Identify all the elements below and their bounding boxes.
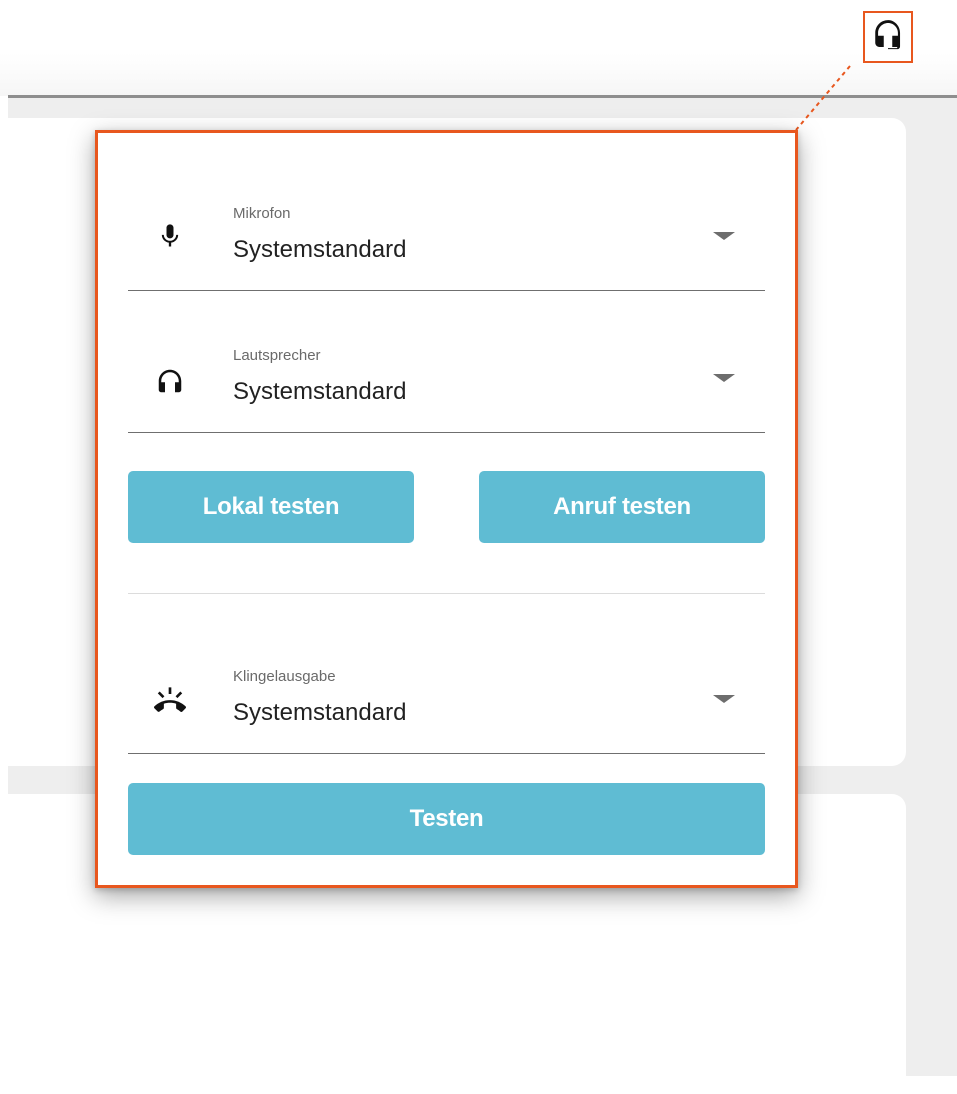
microphone-value: Systemstandard <box>233 236 407 263</box>
speaker-select[interactable]: Lautsprecher Systemstandard <box>128 332 765 433</box>
chevron-down-icon <box>713 232 735 240</box>
section-divider <box>128 593 765 594</box>
headphones-icon <box>152 363 188 399</box>
microphone-label: Mikrofon <box>233 205 291 222</box>
ringtone-output-label: Klingelausgabe <box>233 668 336 685</box>
chevron-down-icon <box>713 695 735 703</box>
test-local-button[interactable]: Lokal testen <box>128 471 414 543</box>
ringing-phone-icon <box>152 684 188 720</box>
microphone-select[interactable]: Mikrofon Systemstandard <box>128 190 765 291</box>
test-call-button[interactable]: Anruf testen <box>479 471 765 543</box>
headset-icon <box>871 18 905 57</box>
test-ringtone-button[interactable]: Testen <box>128 783 765 855</box>
audio-settings-popup: Mikrofon Systemstandard Lautsprecher Sys… <box>95 130 798 888</box>
ringtone-output-value: Systemstandard <box>233 699 407 726</box>
top-bar <box>0 0 957 96</box>
microphone-icon <box>152 218 188 254</box>
speaker-label: Lautsprecher <box>233 347 321 364</box>
chevron-down-icon <box>713 374 735 382</box>
headset-button[interactable] <box>863 11 913 63</box>
ringtone-output-select[interactable]: Klingelausgabe Systemstandard <box>128 653 765 754</box>
speaker-value: Systemstandard <box>233 378 407 405</box>
